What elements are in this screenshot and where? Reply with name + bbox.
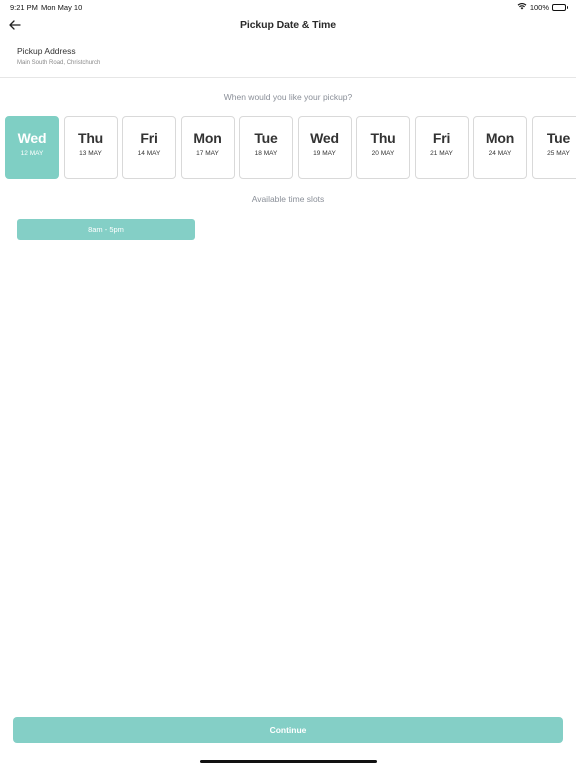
date-card[interactable]: Mon 24 MAY — [473, 116, 527, 179]
date-card[interactable]: Tue 18 MAY — [239, 116, 293, 179]
date-card[interactable]: Fri 21 MAY — [414, 116, 469, 179]
date-card-day: Mon — [485, 130, 515, 146]
wifi-icon — [517, 2, 527, 12]
status-indicators: 100% — [517, 2, 568, 12]
page-title: Pickup Date & Time — [239, 19, 337, 31]
time-slot-button[interactable]: 8am - 5pm — [17, 219, 195, 240]
date-card-date: 20 MAY — [371, 150, 395, 157]
battery-icon — [552, 3, 568, 11]
date-card-day: Tue — [254, 130, 278, 146]
pickup-question: When would you like your pickup? — [223, 92, 353, 102]
date-card-day: Wed — [17, 130, 47, 146]
date-card-date: 19 MAY — [313, 150, 336, 157]
date-card-day: Fri — [140, 130, 158, 146]
date-card[interactable]: Fri 14 MAY — [122, 116, 176, 179]
date-card-day: Mon — [193, 130, 222, 146]
date-card-day: Thu — [77, 130, 104, 146]
date-card-date: 24 MAY — [488, 150, 512, 157]
pickup-address-section: Pickup Address Main South Road, Christch… — [0, 38, 576, 78]
battery-percent: 100% — [529, 2, 549, 12]
date-card-day: Thu — [370, 130, 396, 146]
continue-button[interactable]: Continue — [13, 717, 563, 743]
date-card[interactable]: Mon 17 MAY — [180, 116, 235, 179]
date-selector[interactable]: Wed 12 MAY Thu 13 MAY Fri 14 MAY Mon 17 MAY Tue 1… — [4, 116, 576, 180]
date-card-date: 14 MAY — [137, 150, 161, 157]
pickup-address-value: Main South Road, Christchurch — [17, 60, 101, 66]
date-card-day: Fri — [432, 130, 451, 146]
time-slots-heading: Available time slots — [251, 194, 325, 204]
date-card[interactable]: Thu 13 MAY — [63, 116, 118, 179]
date-card[interactable]: Tue 25 MAY — [531, 116, 576, 179]
date-card-date: 17 MAY — [196, 150, 219, 157]
date-card-date: 25 MAY — [547, 150, 570, 157]
date-card-day: Tue — [546, 130, 571, 146]
status-time: 9:21 PM — [10, 3, 38, 12]
date-card-day: Wed — [310, 130, 339, 146]
home-indicator — [200, 760, 377, 763]
date-card[interactable]: Wed 12 MAY — [5, 116, 59, 179]
pickup-address-label: Pickup Address — [17, 46, 76, 56]
status-date: Mon May 10 — [41, 3, 83, 12]
date-card[interactable]: Thu 20 MAY — [356, 116, 410, 179]
date-card-date: 18 MAY — [254, 150, 278, 157]
navigation-bar: Pickup Date & Time — [0, 14, 576, 38]
date-card-date: 13 MAY — [79, 150, 102, 157]
date-card-date: 12 MAY — [20, 150, 44, 157]
date-card-date: 21 MAY — [430, 150, 453, 157]
status-bar: 9:21 PM Mon May 10 100% — [0, 0, 576, 14]
date-card[interactable]: Wed 19 MAY — [297, 116, 352, 179]
